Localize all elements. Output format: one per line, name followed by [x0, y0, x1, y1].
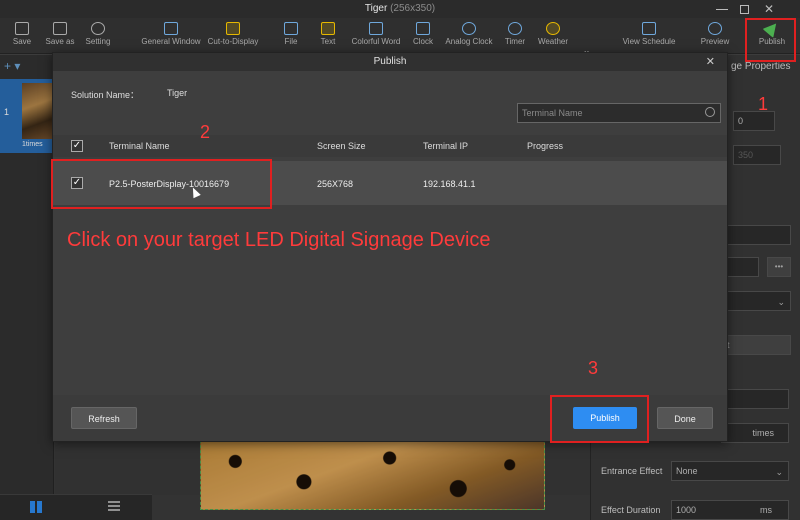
- select-all-checkbox[interactable]: ✓: [71, 140, 83, 152]
- window-size-hint: (256x350): [390, 3, 436, 14]
- eye-icon: [708, 22, 722, 35]
- close-icon[interactable]: ✕: [706, 53, 715, 71]
- highlight-box-terminal-row: [51, 159, 272, 209]
- clock-button[interactable]: Clock: [410, 20, 436, 52]
- calendar-icon: [642, 22, 656, 35]
- search-icon[interactable]: [705, 107, 715, 117]
- save-icon: [15, 22, 29, 35]
- column-screen-size: Screen Size: [317, 141, 366, 151]
- analog-clock-icon: [462, 22, 476, 35]
- title-bar: Tiger (256x350) ✕: [0, 0, 800, 18]
- column-terminal-ip: Terminal IP: [423, 141, 469, 151]
- column-terminal-name: Terminal Name: [109, 141, 170, 151]
- clock-icon: [416, 22, 430, 35]
- gear-icon: [91, 22, 105, 35]
- column-progress: Progress: [527, 141, 564, 151]
- window-icon: [164, 22, 178, 35]
- window-title: Tiger: [364, 3, 388, 14]
- main-toolbar: Save Save as Setting General Window Cut-…: [0, 18, 800, 60]
- timer-button[interactable]: Timer: [502, 20, 528, 52]
- solution-name-label: Solution Name：: [71, 90, 140, 100]
- setting-button[interactable]: Setting: [82, 20, 114, 52]
- view-schedule-button[interactable]: View Schedule: [618, 20, 680, 52]
- window-close-icon[interactable]: ✕: [763, 3, 775, 15]
- save-button[interactable]: Save: [8, 20, 36, 52]
- save-as-button[interactable]: Save as: [42, 20, 78, 52]
- dialog-header: Publish ✕: [53, 53, 727, 71]
- weather-button[interactable]: Weather: [534, 20, 572, 52]
- done-button[interactable]: Done: [657, 407, 713, 429]
- text-icon: [321, 22, 335, 35]
- step-number-2: 2: [200, 122, 211, 142]
- file-icon: [284, 22, 298, 35]
- cut-to-display-button[interactable]: Cut-to-Display: [204, 20, 262, 52]
- text-button[interactable]: Text: [316, 20, 340, 52]
- terminal-ip-cell: 192.168.41.1: [423, 179, 476, 189]
- highlight-box-publish-button: [550, 395, 649, 443]
- publish-dialog: Publish ✕ Solution Name： Tiger Terminal …: [52, 52, 728, 442]
- preview-button[interactable]: Preview: [698, 20, 732, 52]
- screen-size-cell: 256X768: [317, 179, 354, 189]
- general-window-button[interactable]: General Window: [138, 20, 204, 52]
- colorful-word-icon: [369, 22, 383, 35]
- instruction-text: Click on your target LED Digital Signage…: [67, 229, 491, 251]
- file-button[interactable]: File: [280, 20, 302, 52]
- colorful-word-button[interactable]: Colorful Word: [348, 20, 404, 52]
- refresh-button[interactable]: Refresh: [71, 407, 137, 429]
- save-as-icon: [53, 22, 67, 35]
- weather-icon: [546, 22, 560, 35]
- maximize-icon[interactable]: [740, 5, 749, 14]
- cut-display-icon: [226, 22, 240, 35]
- terminal-search-input[interactable]: Terminal Name: [517, 103, 721, 123]
- analog-clock-button[interactable]: Analog Clock: [442, 20, 496, 52]
- timer-icon: [508, 22, 522, 35]
- highlight-box-publish-toolbar: [745, 18, 796, 62]
- dialog-title: Publish: [373, 56, 407, 67]
- minimize-icon[interactable]: [716, 3, 728, 10]
- step-number-3: 3: [588, 358, 599, 378]
- solution-name-value: Tiger: [167, 88, 188, 98]
- table-header: ✓ Terminal Name Screen Size Terminal IP …: [53, 135, 727, 157]
- step-number-1: 1: [758, 94, 769, 114]
